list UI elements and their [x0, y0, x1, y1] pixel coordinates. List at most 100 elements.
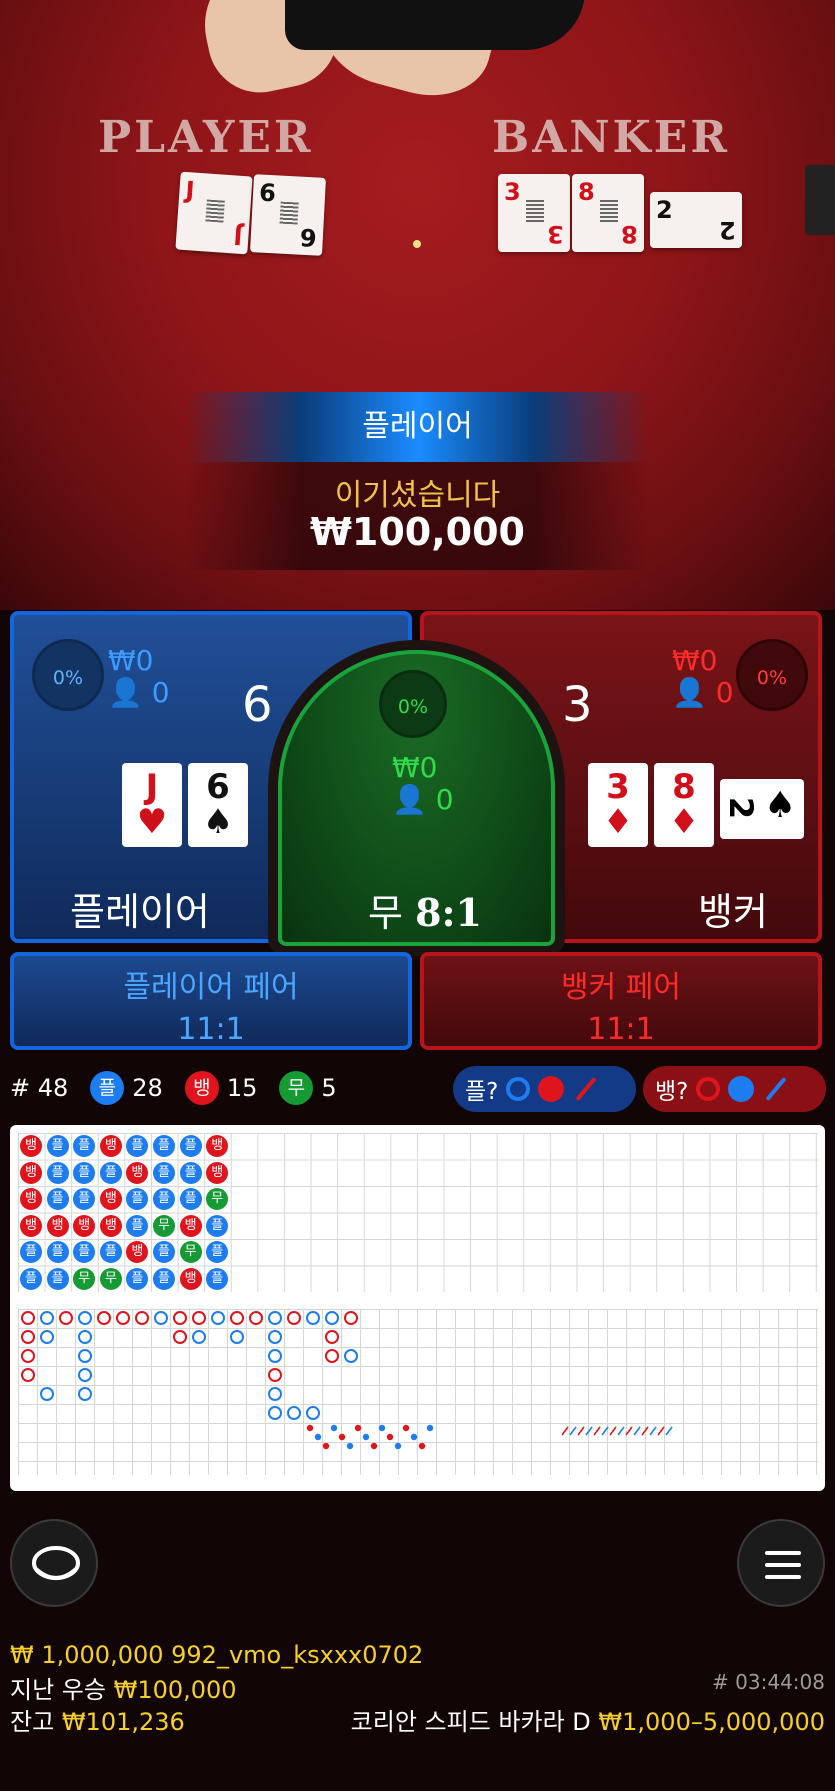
- cockroach-road-mark: [641, 1426, 649, 1436]
- chat-button[interactable]: [10, 1519, 98, 1607]
- cockroach-slash-icon: [575, 1076, 597, 1102]
- balance: 잔고 ₩101,236: [10, 1708, 185, 1736]
- predict-player-button[interactable]: 플?: [453, 1066, 636, 1112]
- banker-card: 8 ♦: [654, 763, 714, 847]
- big-road-mark: [287, 1311, 301, 1325]
- big-road-mark: [116, 1311, 130, 1325]
- menu-button[interactable]: [737, 1519, 825, 1607]
- big-road-mark: [40, 1311, 54, 1325]
- player-pair-bet[interactable]: 플레이어 페어 11:1: [10, 952, 412, 1050]
- cockroach-road-mark: [633, 1426, 641, 1436]
- big-road-mark: [230, 1311, 244, 1325]
- big-road-mark: [78, 1387, 92, 1401]
- round-id: # 03:44:08: [712, 1670, 825, 1694]
- small-road-mark: [362, 1433, 370, 1441]
- player-card: 6 ♠: [188, 763, 248, 847]
- tie-user-count: 👤 0: [392, 783, 454, 816]
- user-icon: 👤: [392, 783, 427, 816]
- banker-card: 3 ♦: [588, 763, 648, 847]
- big-road-mark: [325, 1330, 339, 1344]
- banker-pair-bet[interactable]: 뱅커 페어 11:1: [420, 952, 822, 1050]
- live-video: PLAYER BANKER JJ 66 33 88 22 플레이어 이기셨습니다…: [0, 0, 835, 610]
- felt-banker-label: BANKER: [492, 112, 730, 163]
- big-road-mark: [249, 1311, 263, 1325]
- dealer-sleeve: [285, 0, 585, 50]
- small-road-dot-icon: [538, 1076, 565, 1102]
- tie-bet-amount: ₩0: [392, 751, 438, 784]
- round-number: # 48: [10, 1074, 69, 1102]
- big-road-mark: [21, 1311, 35, 1325]
- banker-label: 뱅커: [698, 890, 768, 934]
- winner-ticker: ₩ 1,000,000 992_vmo_ksxxx0702: [10, 1641, 424, 1669]
- cockroach-road-mark: [569, 1426, 577, 1436]
- big-road-mark: [306, 1311, 320, 1325]
- cockroach-road-mark: [657, 1426, 665, 1436]
- predict-banker-label: 뱅?: [655, 1079, 689, 1105]
- big-road-mark: [344, 1311, 358, 1325]
- cockroach-road-mark: [665, 1426, 673, 1436]
- cockroach-road-mark: [585, 1426, 593, 1436]
- big-road-mark: [78, 1368, 92, 1382]
- table-card: 88: [572, 174, 644, 252]
- banker-card: 2 ♠: [720, 779, 804, 839]
- player-label: 플레이어: [70, 890, 210, 934]
- cockroach-road-mark: [601, 1426, 609, 1436]
- small-road-mark: [322, 1442, 330, 1450]
- big-road-mark: [192, 1311, 206, 1325]
- table-info: 코리안 스피드 바카라 D ₩1,000–5,000,000: [351, 1702, 825, 1737]
- big-road-mark: [21, 1330, 35, 1344]
- last-win: 지난 우승 ₩100,000: [10, 1676, 237, 1704]
- big-road-mark: [268, 1311, 282, 1325]
- big-road-mark: [59, 1311, 73, 1325]
- win-amount: ₩100,000: [310, 510, 525, 554]
- big-road-mark: [154, 1311, 168, 1325]
- tie-badge: 무: [279, 1071, 314, 1105]
- win-message: 이기셨습니다: [334, 478, 501, 513]
- player-pair-payout: 11:1: [177, 1012, 245, 1047]
- banker-percent: 0%: [736, 639, 808, 711]
- big-road-mark: [40, 1330, 54, 1344]
- small-road-mark: [426, 1424, 434, 1432]
- scoreboard[interactable]: 뱅플플뱅플플플뱅뱅플플플뱅플플뱅뱅플플뱅플플플무뱅뱅뱅뱅플무뱅플플플플플뱅플무플…: [10, 1125, 825, 1491]
- big-road-mark: [21, 1349, 35, 1363]
- big-road-mark: [268, 1330, 282, 1344]
- small-road-mark: [394, 1442, 402, 1450]
- small-road-mark: [386, 1433, 394, 1441]
- table-card: JJ: [175, 171, 253, 255]
- player-badge: 플: [90, 1071, 125, 1105]
- game-screen: PLAYER BANKER JJ 66 33 88 22 플레이어 이기셨습니다…: [0, 0, 835, 1791]
- small-road-mark: [314, 1433, 322, 1441]
- cockroach-road-mark: [561, 1426, 569, 1436]
- big-road-mark: [344, 1349, 358, 1363]
- predict-banker-button[interactable]: 뱅?: [643, 1066, 826, 1112]
- player-pair-label: 플레이어 페어: [123, 970, 299, 1005]
- small-road-mark: [354, 1424, 362, 1432]
- small-road-mark: [370, 1442, 378, 1450]
- player-card: J ♥: [122, 763, 182, 847]
- banker-count: 15: [226, 1074, 258, 1102]
- big-eye-ring-icon: [696, 1077, 721, 1101]
- small-road-mark: [378, 1424, 386, 1432]
- tie-count: 5: [321, 1074, 337, 1102]
- big-road-mark: [21, 1368, 35, 1382]
- big-road-mark: [173, 1330, 187, 1344]
- table-card: 33: [498, 174, 570, 252]
- banker-badge: 뱅: [184, 1071, 219, 1105]
- cockroach-road-mark: [609, 1426, 617, 1436]
- table-marker: [413, 240, 421, 248]
- big-road-mark: [97, 1311, 111, 1325]
- banker-user-count: 👤 0: [672, 676, 734, 709]
- banker-pair-payout: 11:1: [587, 1012, 655, 1047]
- banker-score: 3: [562, 677, 593, 733]
- tie-bet-spot[interactable]: 0% ₩0 👤 0 무 8:1: [278, 650, 555, 946]
- cockroach-road-mark: [649, 1426, 657, 1436]
- big-road-mark: [287, 1406, 301, 1420]
- player-percent: 0%: [32, 639, 104, 711]
- big-eye-ring-icon: [506, 1077, 531, 1101]
- menu-icon: [765, 1551, 801, 1579]
- big-road-mark: [135, 1311, 149, 1325]
- table-limits: ₩1,000–5,000,000: [598, 1708, 825, 1736]
- big-road-mark: [325, 1311, 339, 1325]
- tie-percent: 0%: [379, 670, 447, 738]
- big-road-mark: [325, 1349, 339, 1363]
